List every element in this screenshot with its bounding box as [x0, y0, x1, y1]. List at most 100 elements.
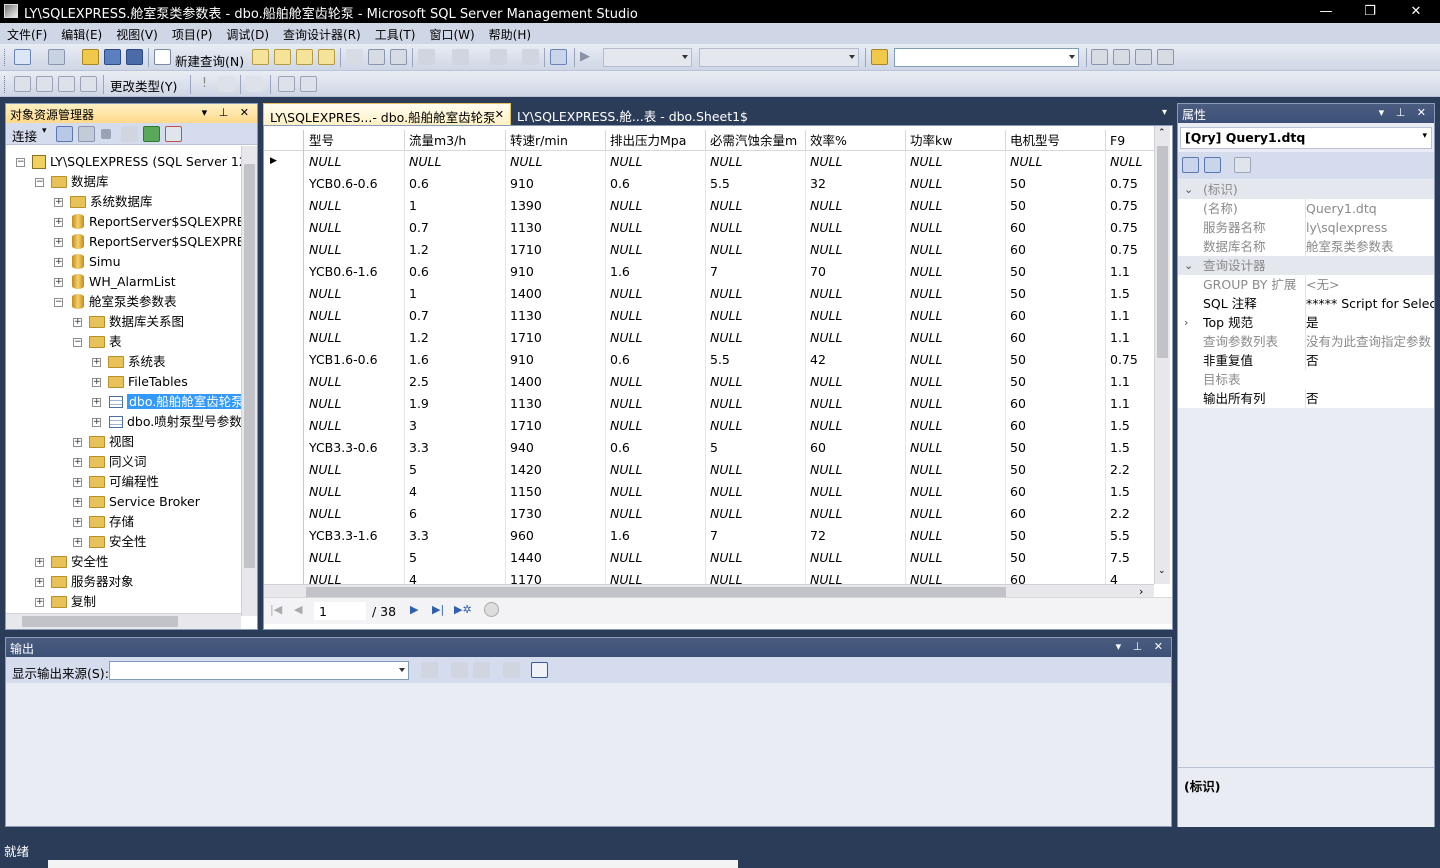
- grid-cell[interactable]: 50: [1006, 349, 1106, 371]
- grid-cell[interactable]: 70: [806, 261, 906, 283]
- row-selector[interactable]: [264, 393, 304, 415]
- grid-cell[interactable]: 2.2: [1106, 459, 1156, 481]
- show-criteria-pane-icon[interactable]: [36, 76, 53, 92]
- grid-cell[interactable]: NULL: [305, 569, 405, 584]
- connect-dropdown-icon[interactable]: ▾: [42, 126, 47, 136]
- grid-cell[interactable]: 1.2: [405, 239, 506, 261]
- grid-cell[interactable]: 50: [1006, 459, 1106, 481]
- grid-cell[interactable]: NULL: [305, 415, 405, 437]
- column-header[interactable]: 流量m3/h: [405, 130, 506, 151]
- row-selector[interactable]: [264, 195, 304, 217]
- grid-cell[interactable]: NULL: [706, 547, 806, 569]
- db-engine-query-icon[interactable]: [252, 49, 269, 65]
- grid-cell[interactable]: NULL: [806, 305, 906, 327]
- grid-cell[interactable]: 1: [405, 283, 506, 305]
- grid-cell[interactable]: 3: [405, 415, 506, 437]
- last-record-icon[interactable]: ▶|: [432, 603, 444, 616]
- grid-cell[interactable]: 1.2: [405, 327, 506, 349]
- menu-view[interactable]: 视图(V): [109, 23, 165, 44]
- close-tab-icon[interactable]: ✕: [495, 108, 504, 121]
- new-query-button[interactable]: 新建查询(N): [175, 51, 244, 70]
- grid-cell[interactable]: NULL: [1106, 151, 1156, 173]
- show-diagram-pane-icon[interactable]: [14, 76, 31, 92]
- expand-toggle[interactable]: +: [54, 198, 63, 207]
- add-derived-table-icon[interactable]: [300, 76, 317, 92]
- verify-sql-icon[interactable]: [218, 76, 235, 92]
- refresh-icon[interactable]: [143, 126, 160, 142]
- expand-toggle[interactable]: +: [54, 218, 63, 227]
- execute-sql-icon[interactable]: !: [196, 76, 213, 92]
- property-value[interactable]: 否: [1305, 351, 1434, 370]
- expand-toggle[interactable]: +: [54, 258, 63, 267]
- property-row[interactable]: 数据库名称 舱室泵类参数表: [1178, 237, 1434, 256]
- grid-cell[interactable]: NULL: [606, 393, 706, 415]
- grid-cell[interactable]: 60: [1006, 481, 1106, 503]
- new-project-icon[interactable]: [14, 49, 31, 65]
- expand-toggle[interactable]: +: [73, 458, 82, 467]
- grid-cell[interactable]: 1.6: [606, 525, 706, 547]
- grid-cell[interactable]: NULL: [806, 415, 906, 437]
- row-selector[interactable]: [264, 261, 304, 283]
- grid-cell[interactable]: 910: [506, 349, 606, 371]
- grid-cell[interactable]: NULL: [305, 481, 405, 503]
- grid-cell[interactable]: 60: [1006, 217, 1106, 239]
- expand-toggle[interactable]: +: [73, 438, 82, 447]
- row-selector[interactable]: [264, 173, 304, 195]
- table-row[interactable]: NULL 1.2 1710 NULL NULL NULL NULL 60 0.75: [264, 239, 1156, 261]
- grid-cell[interactable]: NULL: [906, 459, 1006, 481]
- property-row[interactable]: 服务器名称 ly\sqlexpress: [1178, 218, 1434, 237]
- expand-toggle[interactable]: +: [73, 498, 82, 507]
- grid-cell[interactable]: NULL: [906, 503, 1006, 525]
- grid-cell[interactable]: NULL: [806, 217, 906, 239]
- table-row[interactable]: NULL 4 1170 NULL NULL NULL NULL 60 4: [264, 569, 1156, 584]
- grid-cell[interactable]: NULL: [706, 305, 806, 327]
- redo-icon[interactable]: [452, 49, 469, 65]
- grid-cell[interactable]: NULL: [906, 393, 1006, 415]
- grid-cell[interactable]: 1.1: [1106, 393, 1156, 415]
- grid-cell[interactable]: 60: [1006, 393, 1106, 415]
- grid-cell[interactable]: NULL: [606, 305, 706, 327]
- go-to-next-icon[interactable]: [473, 662, 490, 678]
- grid-cell[interactable]: 50: [1006, 371, 1106, 393]
- grid-cell[interactable]: 4: [1106, 569, 1156, 584]
- grid-cell[interactable]: NULL: [806, 547, 906, 569]
- categorized-icon[interactable]: [1182, 157, 1199, 173]
- grid-cell[interactable]: 0.7: [405, 305, 506, 327]
- grid-cell[interactable]: 1.5: [1106, 437, 1156, 459]
- grid-cell[interactable]: 7.5: [1106, 547, 1156, 569]
- grid-cell[interactable]: NULL: [706, 569, 806, 584]
- grid-cell[interactable]: NULL: [706, 327, 806, 349]
- grid-cell[interactable]: 7: [706, 525, 806, 547]
- row-selector[interactable]: [264, 283, 304, 305]
- alphabetical-icon[interactable]: [1204, 157, 1221, 173]
- row-selector[interactable]: [264, 525, 304, 547]
- change-type-button[interactable]: 更改类型(Y): [110, 76, 177, 95]
- grid-cell[interactable]: NULL: [606, 569, 706, 584]
- grid-cell[interactable]: 1420: [506, 459, 606, 481]
- grid-cell[interactable]: 60: [1006, 327, 1106, 349]
- grid-cell[interactable]: NULL: [606, 283, 706, 305]
- grid-cell[interactable]: 7: [706, 261, 806, 283]
- property-value[interactable]: Query1.dtq: [1305, 199, 1434, 218]
- grid-cell[interactable]: 1.5: [1106, 415, 1156, 437]
- grid-cell[interactable]: YCB0.6-1.6: [305, 261, 405, 283]
- menu-project[interactable]: 项目(P): [165, 23, 220, 44]
- grid-cell[interactable]: 910: [506, 261, 606, 283]
- grid-cell[interactable]: 910: [506, 173, 606, 195]
- property-value[interactable]: 舱室泵类参数表: [1305, 237, 1434, 256]
- grid-cell[interactable]: 1390: [506, 195, 606, 217]
- grid-cell[interactable]: NULL: [906, 371, 1006, 393]
- find-message-icon[interactable]: [421, 662, 438, 678]
- grid-cell[interactable]: NULL: [706, 459, 806, 481]
- grid-cell[interactable]: NULL: [906, 481, 1006, 503]
- row-selector[interactable]: [264, 327, 304, 349]
- property-value[interactable]: 是: [1305, 313, 1434, 332]
- grid-cell[interactable]: NULL: [706, 393, 806, 415]
- grid-cell[interactable]: 1400: [506, 283, 606, 305]
- next-record-icon[interactable]: ▶: [410, 603, 418, 616]
- save-all-icon[interactable]: [126, 49, 143, 65]
- menu-help[interactable]: 帮助(H): [482, 23, 538, 44]
- collapse-toggle[interactable]: −: [73, 338, 82, 347]
- property-row[interactable]: SQL 注释 ***** Script for SelectT: [1178, 294, 1434, 313]
- property-pages-icon[interactable]: [1234, 157, 1251, 173]
